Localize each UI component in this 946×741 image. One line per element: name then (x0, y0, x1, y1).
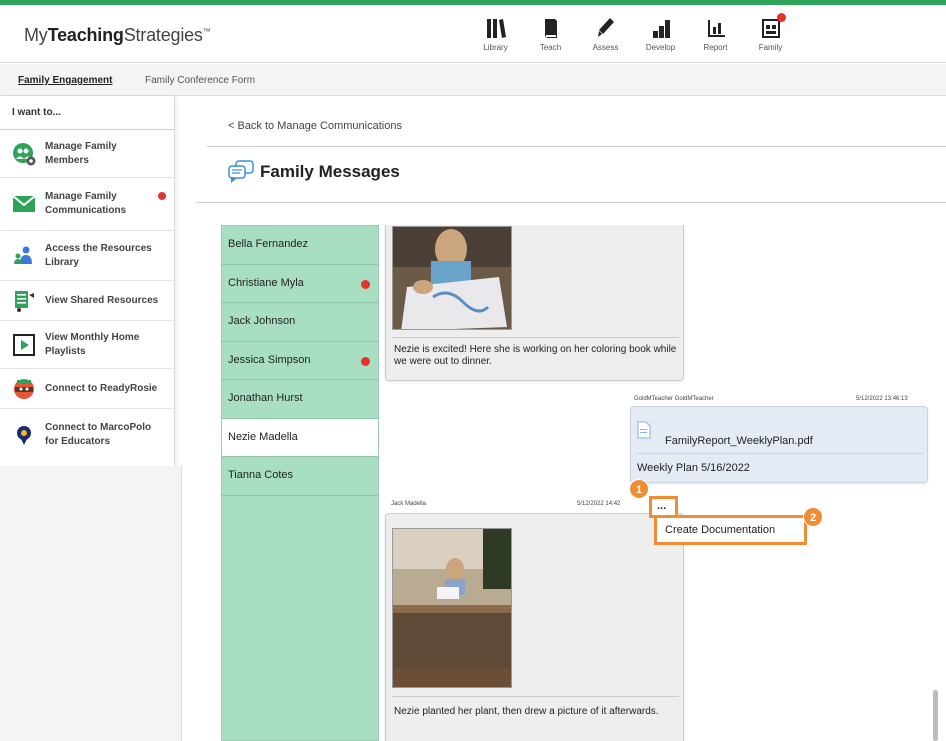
contact-item-selected[interactable]: Nezie Madella (222, 418, 378, 457)
contact-item[interactable]: Bella Fernandez (222, 226, 378, 265)
contact-item[interactable]: Jonathan Hurst (222, 380, 378, 419)
divider (392, 696, 679, 697)
sidebar-item-shared-resources[interactable]: View Shared Resources (0, 281, 174, 321)
create-documentation-menu-item[interactable]: Create Documentation (654, 515, 807, 545)
pdf-file-icon (637, 421, 651, 444)
readyrosie-icon (12, 377, 36, 401)
family-notification-dot (777, 13, 786, 22)
divider (392, 337, 679, 338)
contact-list: Bella Fernandez Christiane Myla Jack Joh… (221, 225, 379, 741)
received-message: Nezie planted her plant, then drew a pic… (385, 513, 684, 741)
sidebar-item-monthly-home-playlists[interactable]: View Monthly Home Playlists (0, 321, 174, 369)
page-title: Family Messages (228, 160, 400, 184)
attachment-link[interactable]: FamilyReport_WeeklyPlan.pdf (665, 435, 813, 447)
nav-item-assess[interactable]: Assess (578, 17, 633, 52)
sidebar: I want to... Manage Family Members Manag… (0, 96, 175, 466)
teach-icon (544, 19, 557, 38)
received-message: Nezie is excited! Here she is working on… (385, 225, 684, 381)
nav-item-report[interactable]: Report (688, 17, 743, 52)
app-logo[interactable]: MyTeachingStrategies™ (24, 25, 211, 46)
divider (637, 453, 923, 454)
back-to-manage-communications-link[interactable]: < Back to Manage Communications (228, 120, 402, 132)
sent-message: FamilyReport_WeeklyPlan.pdf Weekly Plan … (630, 406, 928, 483)
nav-item-library[interactable]: Library (468, 17, 523, 52)
sub-navigation: Family Engagement Family Conference Form (0, 64, 946, 96)
tab-family-conference-form[interactable]: Family Conference Form (145, 75, 255, 86)
divider (207, 146, 946, 147)
unread-dot (361, 279, 370, 289)
callout-badge-2: 2 (803, 507, 823, 527)
envelope-icon (12, 192, 36, 216)
sidebar-item-manage-family-members[interactable]: Manage Family Members (0, 130, 174, 178)
chat-bubbles-icon (228, 160, 254, 183)
left-gutter (0, 466, 182, 741)
family-members-icon (12, 142, 36, 166)
develop-icon (652, 20, 670, 38)
sidebar-item-manage-family-communications[interactable]: Manage Family Communications (0, 178, 174, 231)
main-nav: Library Teach Assess Develop Report Fami… (468, 13, 798, 52)
divider (196, 202, 946, 203)
contact-item[interactable]: Christiane Myla (222, 265, 378, 303)
tab-family-engagement[interactable]: Family Engagement (18, 75, 112, 86)
nav-item-family[interactable]: Family (743, 13, 798, 52)
contact-item[interactable]: Tianna Cotes (222, 457, 378, 496)
assess-icon (597, 18, 614, 37)
message-thread: Nezie is excited! Here she is working on… (380, 225, 932, 741)
nav-item-develop[interactable]: Develop (633, 17, 688, 52)
nav-item-teach[interactable]: Teach (523, 17, 578, 52)
planting-photo-image (393, 529, 511, 687)
message-photo[interactable] (392, 528, 512, 688)
sidebar-item-marcopolo[interactable]: Connect to MarcoPolo for Educators (0, 409, 174, 461)
report-icon (707, 20, 725, 37)
resources-library-icon (12, 244, 36, 268)
communications-notification-dot (158, 192, 166, 200)
app-header: MyTeachingStrategies™ Library Teach Asse… (0, 5, 946, 63)
shared-resources-icon (12, 289, 36, 313)
sidebar-item-resources-library[interactable]: Access the Resources Library (0, 231, 174, 281)
library-icon (486, 19, 506, 38)
contact-item[interactable]: Jessica Simpson (222, 342, 378, 380)
coloring-photo-image (393, 227, 511, 329)
scrollbar-thumb[interactable] (933, 690, 938, 741)
unread-dot (361, 356, 370, 366)
playlist-icon (12, 333, 36, 357)
callout-badge-1: 1 (629, 479, 649, 499)
sidebar-heading: I want to... (0, 96, 174, 130)
sidebar-item-readyrosie[interactable]: Connect to ReadyRosie (0, 369, 174, 409)
contact-item[interactable]: Jack Johnson (222, 303, 378, 342)
message-photo[interactable] (392, 226, 512, 330)
marcopolo-icon (12, 423, 36, 447)
